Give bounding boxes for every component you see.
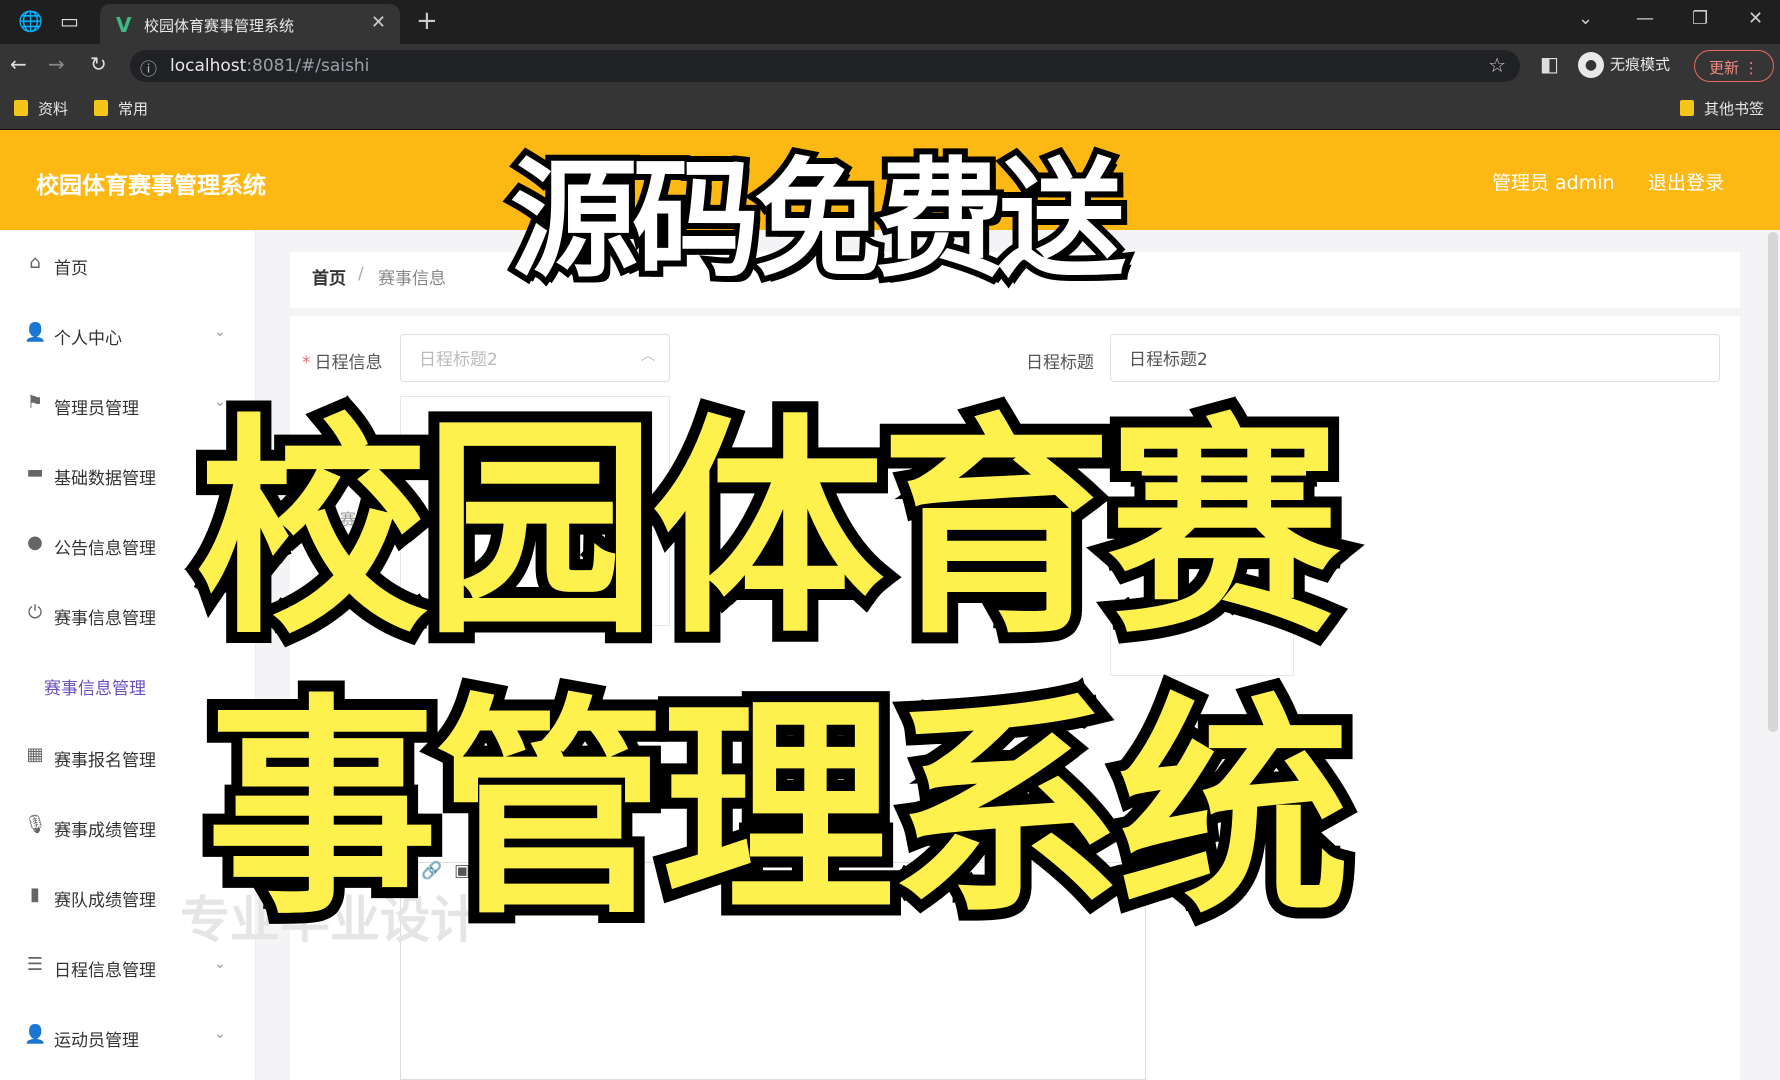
list-icon: ☰ (26, 954, 44, 975)
restore-icon[interactable]: ❐ (1692, 8, 1708, 29)
sidebar-item-label: 首页 (54, 259, 88, 279)
admin-username: 管理员 admin (1492, 172, 1615, 194)
sidebar-item-label: 赛事信息管理 (54, 609, 156, 629)
sidebar-item-label: 赛事成绩管理 (54, 821, 156, 841)
home-icon: ⌂ (29, 252, 41, 273)
promo-title-line2: 事管理系统 (195, 665, 1361, 955)
tab-title: 校园体育赛事管理系统 (144, 17, 295, 35)
power-icon: ⏻ (27, 602, 43, 623)
monitor-icon: ▬ (26, 462, 44, 483)
sidebar-item-label: 个人中心 (54, 329, 122, 349)
incognito-indicator[interactable]: ● 无痕模式 (1578, 52, 1670, 78)
update-button[interactable]: 更新 ⋮ (1694, 50, 1774, 82)
ticket-icon: ▦ (26, 744, 44, 765)
bookmark-folder[interactable]: 常用 (94, 98, 148, 119)
browser-tab-strip: 🌐 ▭ V 校园体育赛事管理系统 ✕ + ⌄ — ❐ ✕ (0, 0, 1780, 44)
page-scrollbar[interactable] (1768, 232, 1778, 732)
logout-link[interactable]: 退出登录 (1648, 168, 1724, 195)
incognito-icon: ● (1578, 52, 1604, 78)
back-icon[interactable]: ← (10, 54, 27, 74)
bookmark-star-icon[interactable]: ☆ (1488, 53, 1506, 77)
breadcrumb-home[interactable]: 首页 (312, 264, 346, 289)
minimize-icon[interactable]: — (1636, 8, 1654, 29)
forward-icon[interactable]: → (48, 54, 65, 74)
bookmark-folder[interactable]: 资料 (14, 98, 68, 119)
chevron-up-icon: ︿ (641, 348, 655, 364)
tab-overview-icon[interactable]: ▭ (60, 11, 79, 31)
sidebar-item-label: 赛队成绩管理 (54, 891, 156, 911)
flag-icon: ⚑ (26, 392, 44, 413)
pin-icon: ● (27, 532, 43, 553)
app-title: 校园体育赛事管理系统 (36, 173, 266, 199)
schedule-title-label: 日程标题 (1026, 353, 1094, 373)
user-icon: 👤 (24, 322, 47, 343)
schedule-title-input[interactable]: 日程标题2 (1110, 334, 1720, 382)
sidebar-item-label: 日程信息管理 (54, 961, 156, 981)
other-bookmarks[interactable]: 其他书签 (1680, 98, 1764, 119)
globe-icon[interactable]: 🌐 (18, 11, 43, 31)
sidebar-item-label: 公告信息管理 (54, 539, 156, 559)
breadcrumb-separator: / (358, 264, 364, 284)
browser-toolbar: ← → ↻ ⓘ localhost:8081/#/saishi ☆ ◧ ● 无痕模… (0, 44, 1780, 88)
reload-icon[interactable]: ↻ (90, 54, 107, 74)
schedule-info-select[interactable]: 日程标题2 ︿ (400, 334, 670, 382)
folder-icon (94, 100, 108, 116)
side-panel-icon[interactable]: ◧ (1540, 54, 1559, 74)
url-text[interactable]: localhost:8081/#/saishi (170, 56, 369, 76)
sidebar-item-schedule[interactable]: ☰ 日程信息管理 ⌄ (0, 948, 256, 988)
sidebar-item-label: 基础数据管理 (54, 469, 156, 489)
folder-icon (1680, 100, 1694, 116)
chevron-down-icon: ⌄ (214, 1026, 226, 1042)
sidebar-item-label: 管理员管理 (54, 399, 139, 419)
promo-title-line1: 校园体育赛 (185, 385, 1351, 675)
vue-logo-icon: V (116, 13, 132, 37)
promo-banner-top: 源码免费送 (504, 140, 1132, 301)
submenu-event-info[interactable]: 赛事信息管理 (44, 674, 146, 699)
breadcrumb-current: 赛事信息 (378, 269, 446, 289)
sidebar-item-profile[interactable]: 👤 个人中心 ⌄ (0, 316, 256, 356)
folder-icon (14, 100, 28, 116)
site-info-icon[interactable]: ⓘ (140, 55, 157, 80)
tab-search-icon[interactable]: ⌄ (1578, 8, 1593, 29)
bookmarks-bar: 资料 常用 其他书签 (0, 88, 1780, 130)
sidebar-item-label: 运动员管理 (54, 1031, 139, 1051)
sidebar-item-athletes[interactable]: 👤 运动员管理 ⌄ (0, 1018, 256, 1058)
tab-close-icon[interactable]: ✕ (371, 12, 386, 33)
schedule-info-label: * 日程信息 (302, 353, 383, 373)
bar-chart-icon: ▮ (30, 884, 40, 905)
sidebar-item-label: 赛事报名管理 (54, 751, 156, 771)
close-window-icon[interactable]: ✕ (1748, 8, 1763, 29)
user-icon: 👤 (24, 1024, 47, 1045)
new-tab-button[interactable]: + (416, 6, 438, 36)
address-bar[interactable]: ⓘ localhost:8081/#/saishi ☆ (130, 50, 1520, 82)
mic-icon: 🎙 (24, 814, 47, 835)
chevron-down-icon: ⌄ (214, 956, 226, 972)
sidebar-item-home[interactable]: ⌂ 首页 (0, 246, 256, 286)
chevron-down-icon: ⌄ (214, 324, 226, 340)
browser-tab[interactable]: V 校园体育赛事管理系统 ✕ (100, 4, 400, 44)
